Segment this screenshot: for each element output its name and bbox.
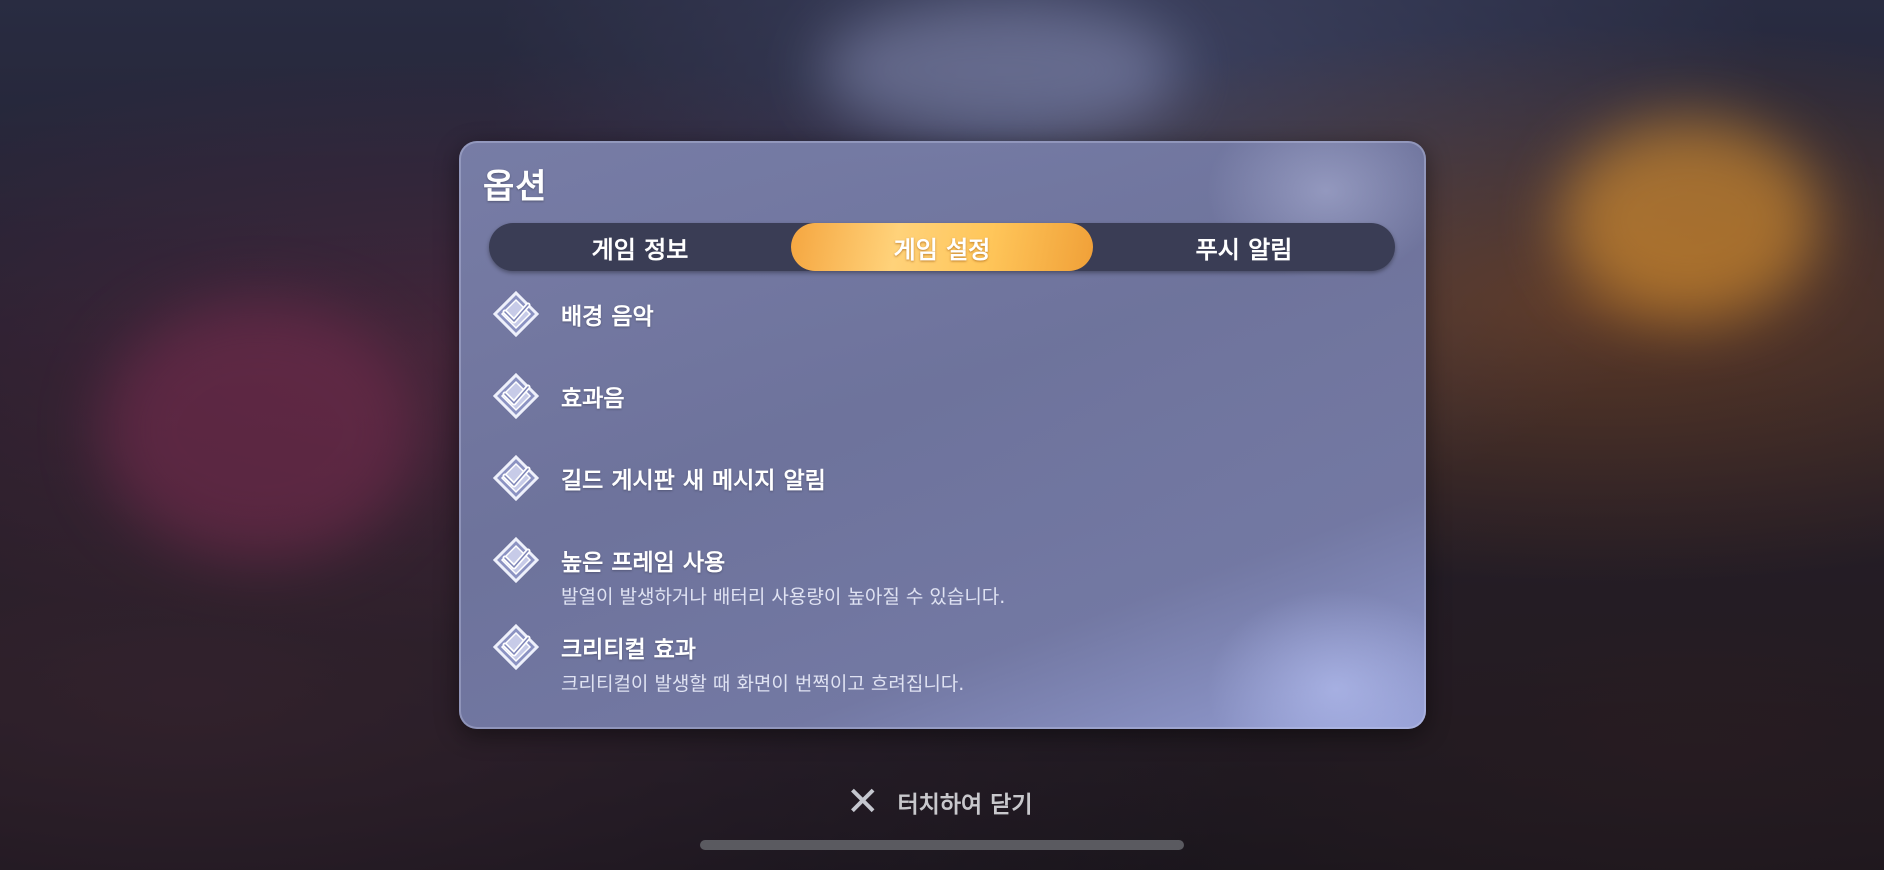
- option-label: 길드 게시판 새 메시지 알림: [561, 468, 826, 494]
- checkbox-checked-icon[interactable]: [493, 537, 539, 583]
- close-label: 터치하여 닫기: [897, 792, 1033, 818]
- dialog-title: 옵션: [483, 167, 548, 207]
- option-sfx: 효과음: [493, 373, 1392, 419]
- tab-game-info[interactable]: 게임 정보: [489, 223, 791, 271]
- option-critical-effect: 크리티컬 효과 크리티컬이 발생할 때 화면이 번쩍이고 흐려집니다.: [493, 624, 1392, 696]
- option-guild-board-alert: 길드 게시판 새 메시지 알림: [493, 455, 1392, 501]
- option-label: 크리티컬 효과: [561, 637, 696, 663]
- option-description: 발열이 발생하거나 배터리 사용량이 높아질 수 있습니다.: [561, 586, 1006, 608]
- close-button[interactable]: ✕ 터치하여 닫기: [846, 782, 1032, 822]
- checkbox-checked-icon[interactable]: [493, 373, 539, 419]
- options-dialog: 옵션 게임 정보 게임 설정 푸시 알림 배경 음악 효과음 길드 게시판 새 …: [459, 141, 1426, 729]
- background-light: [820, 0, 1180, 140]
- tab-bar: 게임 정보 게임 설정 푸시 알림: [489, 223, 1395, 271]
- tab-push-notifications[interactable]: 푸시 알림: [1093, 223, 1395, 271]
- option-high-framerate: 높은 프레임 사용 발열이 발생하거나 배터리 사용량이 높아질 수 있습니다.: [493, 537, 1392, 609]
- option-label: 효과음: [561, 386, 625, 412]
- background-light: [1560, 120, 1820, 320]
- option-description: 크리티컬이 발생할 때 화면이 번쩍이고 흐려집니다.: [561, 673, 965, 695]
- option-label: 배경 음악: [561, 304, 654, 330]
- option-bgm: 배경 음악: [493, 291, 1392, 337]
- background-light: [100, 300, 420, 560]
- checkbox-checked-icon[interactable]: [493, 291, 539, 337]
- close-x-icon[interactable]: ✕: [846, 782, 880, 822]
- option-label: 높은 프레임 사용: [561, 550, 726, 576]
- home-indicator[interactable]: [700, 840, 1184, 850]
- tab-game-settings[interactable]: 게임 설정: [791, 223, 1093, 271]
- checkbox-checked-icon[interactable]: [493, 455, 539, 501]
- checkbox-checked-icon[interactable]: [493, 624, 539, 670]
